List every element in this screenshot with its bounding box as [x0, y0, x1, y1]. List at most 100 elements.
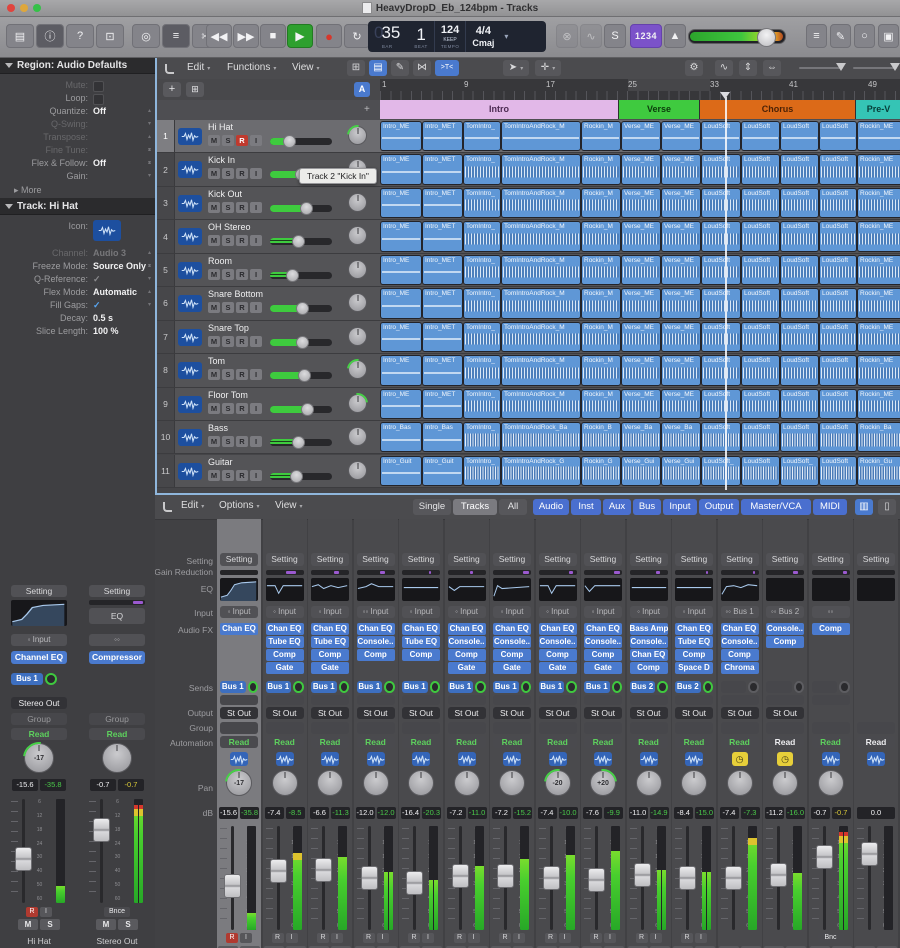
record-enable-button[interactable]: R: [408, 933, 420, 943]
link-icon[interactable]: [165, 64, 174, 74]
eq-thumbnail[interactable]: [630, 578, 668, 601]
send-slot[interactable]: Bus 1: [311, 680, 349, 694]
db-value[interactable]: -9.9: [604, 807, 623, 819]
send-slot-empty[interactable]: [402, 695, 440, 705]
channel-setting-button[interactable]: Setting: [766, 553, 804, 566]
send-slot[interactable]: Bus 1: [448, 680, 486, 694]
channel-output-button[interactable]: Stereo Out: [11, 697, 67, 709]
audio-fx-slot[interactable]: Comp: [721, 649, 759, 661]
audio-region[interactable]: Intro_ME: [380, 154, 422, 184]
track-name[interactable]: Tom: [208, 356, 225, 366]
channel-input-button[interactable]: ◦ Input: [11, 634, 67, 646]
db-peak[interactable]: -7.4: [538, 807, 557, 819]
volume-slider-knob[interactable]: [301, 403, 314, 416]
channel-setting-button[interactable]: Setting: [448, 553, 486, 566]
track-row[interactable]: 10 Bass M S R I Intro_Bas Intro_Bas TomI…: [157, 421, 900, 454]
track-name[interactable]: Snare Bottom: [208, 289, 263, 299]
track-solo-button[interactable]: S: [222, 168, 234, 179]
volume-slider-knob[interactable]: [300, 202, 313, 215]
audio-fx-slot[interactable]: Comp: [812, 623, 850, 635]
db-value[interactable]: 0.0: [857, 807, 895, 819]
list-editors-button[interactable]: ≡: [806, 24, 827, 48]
channel-setting-button[interactable]: Setting: [539, 553, 577, 566]
forward-button[interactable]: ▶▶: [233, 24, 259, 48]
eq-thumbnail[interactable]: [857, 578, 895, 601]
track-pan-knob[interactable]: [348, 193, 367, 212]
audio-region[interactable]: LoudSoft: [819, 288, 857, 318]
volume-slider-knob[interactable]: [298, 369, 311, 382]
mixer-filter-button[interactable]: Aux: [603, 499, 631, 515]
checkbox-checked[interactable]: ✓: [93, 273, 101, 286]
track-pan-knob[interactable]: [348, 293, 367, 312]
stop-button[interactable]: ■: [260, 24, 286, 48]
channel-name[interactable]: Stereo Out: [86, 936, 148, 946]
send-slot-empty[interactable]: [539, 695, 577, 705]
send-slot-empty[interactable]: [766, 695, 804, 705]
send-slot-empty[interactable]: [721, 695, 759, 705]
loop-browser-button[interactable]: ○: [854, 24, 875, 48]
mixer-filter-button[interactable]: Input: [663, 499, 697, 515]
track-record-button[interactable]: R: [236, 269, 248, 280]
audio-region[interactable]: LoudSoft: [701, 389, 741, 419]
group-slot[interactable]: [220, 722, 258, 734]
send-slot[interactable]: Bus 1: [539, 680, 577, 694]
audio-region[interactable]: Intro_MET: [422, 288, 463, 318]
audio-region[interactable]: LoudSoft: [780, 389, 819, 419]
track-input-monitor-button[interactable]: I: [250, 336, 262, 347]
track-row[interactable]: 4 OH Stereo M S R I Intro_ME Intro_MET T…: [157, 220, 900, 253]
audio-fx-slot[interactable]: Bass Amp: [630, 623, 668, 635]
record-enable-button[interactable]: R: [545, 933, 557, 943]
audio-region[interactable]: Intro_ME: [380, 355, 422, 385]
track-volume-slider[interactable]: [270, 406, 332, 413]
audio-region[interactable]: Rockin_M: [581, 389, 621, 419]
track-mute-button[interactable]: M: [208, 336, 220, 347]
db-value[interactable]: -35.8: [40, 779, 66, 791]
send-slot[interactable]: Bus 1: [266, 680, 304, 694]
pan-knob[interactable]: [102, 743, 132, 773]
track-record-button[interactable]: R: [236, 168, 248, 179]
arrangement-section[interactable]: Intro: [380, 100, 619, 119]
group-slot[interactable]: [402, 722, 440, 734]
db-value[interactable]: -10.0: [559, 807, 578, 819]
channel-input-button[interactable]: ◦◦: [89, 634, 145, 646]
inspector-button[interactable]: ⓘ: [36, 24, 64, 48]
mixer-filter-button[interactable]: Bus: [633, 499, 661, 515]
channel-icon[interactable]: [230, 752, 248, 766]
audio-region[interactable]: LoudSoft: [701, 154, 741, 184]
track-mute-button[interactable]: M: [208, 302, 220, 313]
audio-fx-slot[interactable]: Comp: [266, 649, 304, 661]
playhead[interactable]: [725, 97, 727, 490]
track-icon[interactable]: [178, 128, 202, 145]
channel-icon[interactable]: [412, 752, 430, 766]
audio-fx-slot[interactable]: Comp: [311, 649, 349, 661]
audio-fx-slot[interactable]: Chan EQ: [448, 623, 486, 635]
eq-thumbnail[interactable]: [220, 578, 258, 601]
volume-fader[interactable]: [406, 871, 423, 895]
track-pan-knob[interactable]: [348, 427, 367, 446]
audio-region[interactable]: Verse_ME: [661, 389, 701, 419]
db-peak[interactable]: -6.6: [310, 807, 329, 819]
audio-region[interactable]: Verse_ME: [661, 355, 701, 385]
input-monitor-button[interactable]: I: [422, 933, 434, 943]
pan-knob[interactable]: [636, 770, 662, 796]
record-enable-button[interactable]: R: [272, 933, 284, 943]
eq-thumbnail[interactable]: [584, 578, 622, 601]
send-level-knob[interactable]: [612, 681, 622, 693]
eq-thumbnail[interactable]: [448, 578, 486, 601]
audio-region[interactable]: Rockin_ME: [857, 288, 900, 318]
mixer-menu-view[interactable]: View▾: [275, 495, 303, 517]
audio-region[interactable]: TomIntroAndRock_M: [501, 188, 581, 218]
send-slot-empty[interactable]: [766, 680, 804, 694]
audio-region[interactable]: Intro_ME: [380, 288, 422, 318]
audio-fx-slot[interactable]: Gate: [539, 662, 577, 674]
send-slot-empty[interactable]: [812, 680, 850, 694]
duplicate-track-button[interactable]: ⊞: [186, 82, 204, 97]
audio-region[interactable]: TomIntro_: [463, 121, 501, 151]
audio-fx-slot[interactable]: Tube EQ: [266, 636, 304, 648]
audio-region[interactable]: LoudSoft: [741, 255, 780, 285]
input-monitor-button[interactable]: I: [286, 933, 298, 943]
channel-input-button[interactable]: ◦ Input: [630, 606, 668, 618]
audio-region[interactable]: Intro_MET: [422, 221, 463, 251]
group-slot[interactable]: [857, 722, 895, 734]
track-icon[interactable]: [178, 429, 202, 446]
